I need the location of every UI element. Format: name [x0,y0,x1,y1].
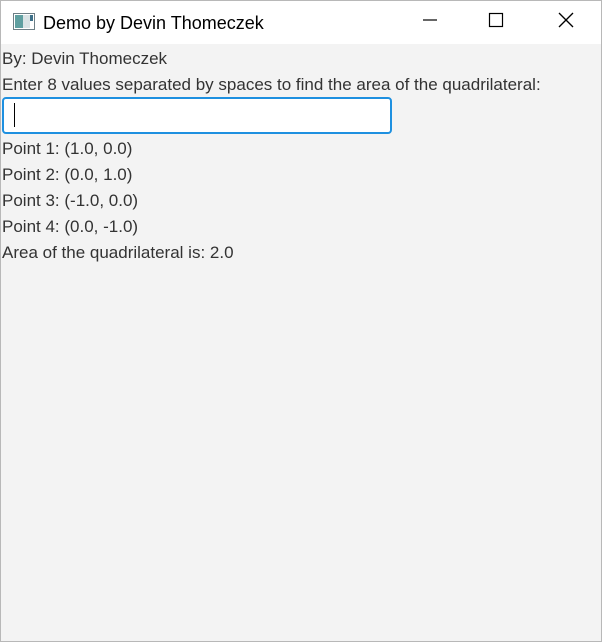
app-window: Demo by Devin Thomeczek By: Devin Thomec… [0,0,602,642]
main-content: By: Devin Thomeczek Enter 8 values separ… [1,44,601,641]
maximize-button[interactable] [461,1,531,44]
maximize-icon [488,12,504,33]
point-3-label: Point 3: (-1.0, 0.0) [2,191,139,210]
author-label: By: Devin Thomeczek [2,49,168,68]
values-input[interactable] [2,97,392,134]
area-result-label: Area of the quadrilateral is: 2.0 [2,243,234,262]
point-1-label: Point 1: (1.0, 0.0) [2,139,133,158]
minimize-icon [422,12,438,33]
title-bar[interactable]: Demo by Devin Thomeczek [1,1,601,44]
close-button[interactable] [531,1,601,44]
minimize-button[interactable] [395,1,465,44]
window-title: Demo by Devin Thomeczek [43,13,264,33]
close-icon [557,11,575,34]
prompt-label: Enter 8 values separated by spaces to fi… [2,75,541,94]
app-window-icon [13,13,35,30]
point-4-label: Point 4: (0.0, -1.0) [2,217,139,236]
point-2-label: Point 2: (0.0, 1.0) [2,165,133,184]
text-caret [14,103,15,127]
